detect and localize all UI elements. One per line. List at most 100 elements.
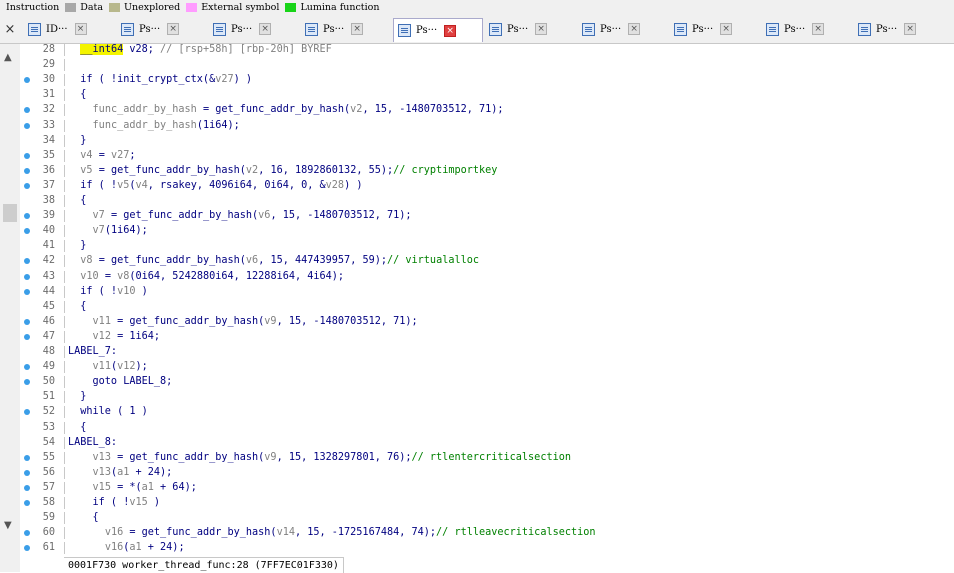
line-number: 60 — [42, 527, 55, 539]
token-var: v16 — [104, 527, 124, 539]
code-line[interactable]: 29 — [20, 59, 954, 72]
gutter-separator — [64, 330, 65, 343]
legend-item: Lumina function — [285, 2, 379, 13]
line-number: 39 — [42, 210, 55, 222]
code-line[interactable]: 35 v4 = v27; — [20, 149, 954, 162]
code-line[interactable]: 55 v13 = get_func_addr_by_hash(v9, 15, 1… — [20, 451, 954, 464]
code-line[interactable]: 39 v7 = get_func_addr_by_hash(v6, 15, -1… — [20, 210, 954, 223]
code-line[interactable]: 38 { — [20, 195, 954, 207]
scrollbar-thumb[interactable] — [3, 204, 17, 222]
gutter-separator — [64, 300, 65, 313]
code-line[interactable]: 43 v10 = v8(0i64, 5242880i64, 12288i64, … — [20, 270, 954, 283]
tab-bar: × ID··· × Ps··· × Ps··· × Ps··· × Ps··· × Ps··· × Ps… — [0, 15, 954, 44]
scroll-up-icon[interactable]: ▲ — [4, 52, 12, 63]
line-number: 55 — [42, 451, 55, 463]
code-line[interactable]: 61 v16(a1 + 24); — [20, 542, 954, 554]
pseudocode-tab[interactable]: Ps··· × — [117, 18, 205, 40]
line-number: 48 — [42, 346, 55, 357]
tab-close-icon[interactable]: × — [351, 23, 364, 35]
legend-item: Instruction — [6, 2, 59, 13]
pseudocode-tab[interactable]: Ps··· × — [578, 18, 666, 40]
tab-close-icon[interactable]: × — [444, 24, 457, 37]
code-line[interactable]: 51 } — [20, 391, 954, 404]
code-line[interactable]: 40 v7(1i64); — [20, 225, 954, 238]
code-line[interactable]: 54 LABEL_8: — [20, 436, 954, 449]
tab-close-icon[interactable]: × — [812, 23, 825, 35]
token: = get_func_addr_by_hash( — [104, 210, 259, 222]
code-line[interactable]: 60 v16 = get_func_addr_by_hash(v14, 15, … — [20, 527, 954, 540]
pseudocode-tab[interactable]: Ps··· × — [854, 18, 942, 40]
code-text: v10 = v8(0i64, 5242880i64, 12288i64, 4i6… — [68, 271, 344, 283]
code-line[interactable]: 41 } — [20, 240, 954, 253]
pseudocode-tab[interactable]: Ps··· × — [393, 18, 483, 42]
token: ) ) — [344, 179, 363, 191]
line-number: 28 — [42, 44, 55, 55]
token-var: v7 — [92, 210, 105, 222]
code-line[interactable]: 31 { — [20, 89, 954, 102]
left-scrollbar[interactable]: ▲ ▼ — [0, 44, 20, 572]
code-line[interactable]: 52 while ( 1 ) — [20, 406, 954, 419]
pseudocode-view[interactable]: 28 __int64 v28; // [rsp+58h] [rbp-20h] B… — [20, 44, 954, 554]
code-line[interactable]: 59 { — [20, 512, 954, 525]
code-line[interactable]: 44 if ( !v10 ) — [20, 285, 954, 298]
code-line[interactable]: 34 } — [20, 134, 954, 147]
code-text: func_addr_by_hash = get_func_addr_by_has… — [68, 104, 504, 116]
token: ); — [135, 361, 148, 373]
pseudocode-icon — [858, 22, 871, 36]
code-line[interactable]: 36 v5 = get_func_addr_by_hash(v2, 16, 18… — [20, 164, 954, 177]
code-line[interactable]: 58 if ( !v15 ) — [20, 497, 954, 509]
code-line[interactable]: 30 if ( !init_crypt_ctx(&v27) ) — [20, 74, 954, 87]
code-line[interactable]: 33 func_addr_by_hash(1i64); — [20, 119, 954, 132]
token: LABEL_7: — [68, 346, 118, 357]
legend-label: Instruction — [6, 2, 60, 13]
line-number: 43 — [42, 270, 55, 282]
code-line[interactable]: 53 { — [20, 421, 954, 434]
tab-close-icon[interactable]: × — [259, 23, 272, 35]
token: = get_func_addr_by_hash( — [110, 451, 265, 463]
close-tabs-icon[interactable]: × — [0, 21, 20, 39]
code-line[interactable]: 50 goto LABEL_8; — [20, 376, 954, 389]
tab-close-icon[interactable]: × — [904, 23, 917, 35]
tab-close-icon[interactable]: × — [167, 23, 180, 35]
code-line[interactable]: 28 __int64 v28; // [rsp+58h] [rbp-20h] B… — [20, 44, 954, 56]
line-number: 53 — [42, 421, 55, 433]
code-line[interactable]: 57 v15 = *(a1 + 64); — [20, 481, 954, 494]
pseudocode-tab[interactable]: Ps··· × — [762, 18, 850, 40]
code-line[interactable]: 48 LABEL_7: — [20, 346, 954, 358]
pseudocode-tab[interactable]: Ps··· × — [485, 18, 573, 40]
code-line[interactable]: 32 func_addr_by_hash = get_func_addr_by_… — [20, 104, 954, 117]
legend-bar: Instruction Data Unexplored External symbol… — [0, 0, 954, 15]
scroll-down-icon[interactable]: ▼ — [4, 520, 12, 531]
code-line[interactable]: 42 v8 = get_func_addr_by_hash(v6, 15, 44… — [20, 255, 954, 268]
token: if ( ! — [68, 497, 130, 508]
gutter-separator — [64, 225, 65, 238]
pseudocode-icon — [213, 22, 226, 36]
token: (0i64, 5242880i64, 12288i64, 4i64); — [129, 270, 345, 282]
token-var: v10 — [80, 270, 99, 282]
line-number: 40 — [42, 225, 55, 237]
token: = — [92, 149, 111, 161]
code-line[interactable]: 45 { — [20, 300, 954, 313]
tab-close-icon[interactable]: × — [74, 23, 87, 35]
pseudocode-tab[interactable]: Ps··· × — [301, 18, 389, 40]
token-var: v11 — [92, 361, 111, 373]
code-text: { — [68, 512, 99, 524]
token-var: a1 — [129, 542, 142, 554]
code-line[interactable]: 56 v13(a1 + 24); — [20, 466, 954, 479]
code-line[interactable]: 46 v11 = get_func_addr_by_hash(v9, 15, -… — [20, 315, 954, 328]
code-text: if ( !v15 ) — [68, 497, 161, 509]
code-text: if ( !v5(v4, rsakey, 4096i64, 0i64, 0, &… — [68, 180, 362, 192]
pseudocode-tab[interactable]: ID··· × — [24, 18, 112, 40]
tab-close-icon[interactable]: × — [720, 23, 733, 35]
pseudocode-tab[interactable]: Ps··· × — [670, 18, 758, 40]
code-line[interactable]: 47 v12 = 1i64; — [20, 330, 954, 343]
code-line[interactable]: 37 if ( !v5(v4, rsakey, 4096i64, 0i64, 0… — [20, 179, 954, 192]
tab-close-icon[interactable]: × — [535, 23, 548, 35]
pseudocode-tab[interactable]: Ps··· × — [209, 18, 297, 40]
tab-close-icon[interactable]: × — [628, 23, 641, 35]
code-line[interactable]: 49 v11(v12); — [20, 361, 954, 374]
